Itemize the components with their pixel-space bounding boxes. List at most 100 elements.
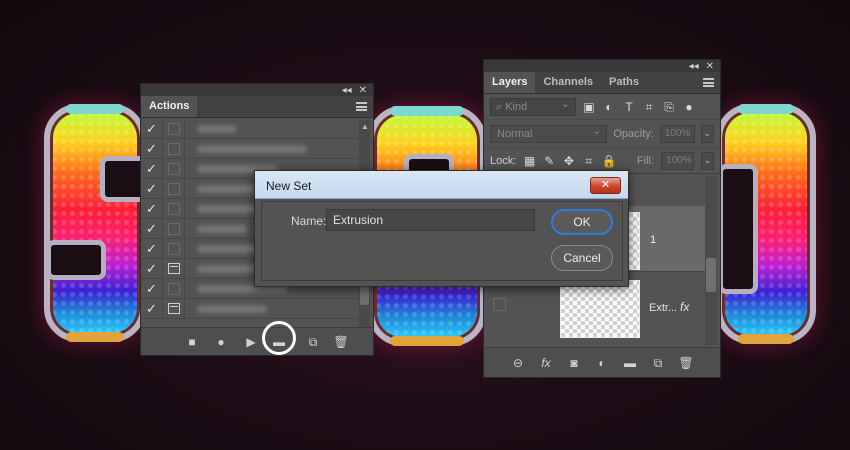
- lock-transparency-icon[interactable]: ▦: [523, 154, 536, 168]
- panel-menu-icon[interactable]: [703, 78, 714, 87]
- dialog-toggle[interactable]: [163, 238, 185, 259]
- fill-label: Fill:: [636, 154, 655, 167]
- action-name-blurred: [197, 224, 247, 233]
- action-name-blurred: [197, 184, 257, 193]
- tab-actions[interactable]: Actions: [141, 96, 198, 117]
- dialog-toggle[interactable]: [163, 198, 185, 219]
- empty-box-icon: [167, 122, 180, 135]
- layer-name: Extr...: [649, 302, 678, 314]
- empty-box-icon: [167, 162, 180, 175]
- dialog-toggle[interactable]: [163, 278, 185, 299]
- lock-artboard-icon[interactable]: ⌗: [582, 154, 595, 168]
- begin-recording-button[interactable]: ●: [213, 334, 229, 350]
- neon-letter-1: [44, 104, 154, 342]
- action-row[interactable]: ✓: [141, 118, 359, 139]
- layers-scrollbar[interactable]: [705, 176, 717, 345]
- opacity-input[interactable]: 100%: [659, 124, 695, 143]
- include-toggle[interactable]: ✓: [141, 178, 163, 199]
- dialog-toggle[interactable]: [163, 298, 185, 319]
- pixel-filter-icon[interactable]: ▣: [582, 100, 596, 114]
- neon-letter-3: [716, 104, 816, 344]
- adjustment-filter-icon[interactable]: ◐: [602, 100, 616, 114]
- action-name-blurred: [197, 144, 307, 153]
- action-row[interactable]: ✓: [141, 138, 359, 159]
- dialog-toggle[interactable]: [163, 178, 185, 199]
- empty-box-icon: [167, 242, 180, 255]
- add-mask-button[interactable]: ◙: [566, 355, 582, 371]
- layer-name: 1: [650, 234, 657, 246]
- include-toggle[interactable]: ✓: [141, 278, 163, 299]
- ok-button[interactable]: OK: [551, 209, 613, 235]
- collapse-icon[interactable]: ◂◂: [342, 85, 352, 96]
- lock-all-icon[interactable]: 🔒: [602, 154, 617, 168]
- include-toggle[interactable]: ✓: [141, 258, 163, 279]
- dialog-close-button[interactable]: ✕: [590, 177, 621, 194]
- play-selection-button[interactable]: ▶: [243, 334, 259, 350]
- fx-icon[interactable]: fx: [680, 300, 689, 314]
- actions-toolbar: ■ ● ▶ ▬ ⧉ 🗑: [141, 321, 373, 355]
- dialog-body: Name: Extrusion OK Cancel: [261, 201, 623, 281]
- opacity-label: Opacity:: [613, 127, 654, 140]
- new-set-dialog: New Set ✕ Name: Extrusion OK Cancel: [254, 170, 629, 287]
- close-icon[interactable]: ✕: [359, 85, 367, 96]
- blend-row: Normal Opacity: 100% ⌄: [484, 120, 720, 148]
- stop-playing-button[interactable]: ■: [184, 334, 200, 350]
- collapse-icon[interactable]: ◂◂: [689, 61, 699, 72]
- layers-panel-topbar: ◂◂ ✕: [484, 60, 720, 72]
- layer-filter-row: ⌕ Kind ▣ ◐ T ⌗ ⎘ ●: [484, 94, 720, 120]
- new-group-button[interactable]: ▬: [622, 355, 638, 371]
- adjustment-layer-button[interactable]: ◐: [594, 355, 610, 371]
- dialog-toggle[interactable]: [163, 138, 185, 159]
- include-toggle[interactable]: ✓: [141, 218, 163, 239]
- include-toggle[interactable]: ✓: [141, 118, 163, 139]
- close-icon[interactable]: ✕: [706, 61, 714, 72]
- dialog-title-bar[interactable]: New Set ✕: [255, 171, 628, 199]
- action-name-blurred: [197, 304, 267, 313]
- tab-channels[interactable]: Channels: [535, 72, 601, 93]
- dialog-toggle[interactable]: [163, 158, 185, 179]
- delete-layer-button[interactable]: 🗑: [678, 355, 694, 371]
- dialog-toggle[interactable]: [163, 258, 185, 279]
- layers-toolbar: ⊖ fx ◙ ◐ ▬ ⧉ 🗑: [484, 347, 720, 377]
- include-toggle[interactable]: ✓: [141, 238, 163, 259]
- scrollbar-thumb[interactable]: [706, 258, 716, 292]
- empty-box-icon: [167, 222, 180, 235]
- fill-input[interactable]: 100%: [661, 151, 695, 170]
- scroll-up-icon[interactable]: ▲: [361, 122, 369, 131]
- shape-filter-icon[interactable]: ⌗: [642, 100, 656, 114]
- action-row[interactable]: ✓: [141, 298, 359, 319]
- actions-panel-topbar: ◂◂ ✕: [141, 84, 373, 96]
- dialog-toggle[interactable]: [163, 118, 185, 139]
- include-toggle[interactable]: ✓: [141, 138, 163, 159]
- smart-object-filter-icon[interactable]: ⎘: [662, 100, 676, 114]
- action-name-blurred: [197, 124, 237, 133]
- set-name-input[interactable]: Extrusion: [326, 209, 535, 231]
- add-layer-style-button[interactable]: fx: [538, 355, 554, 371]
- include-toggle[interactable]: ✓: [141, 198, 163, 219]
- lock-paint-icon[interactable]: ✎: [543, 154, 556, 168]
- include-toggle[interactable]: ✓: [141, 298, 163, 319]
- visibility-toggle[interactable]: [493, 298, 506, 311]
- layer-thumbnail: [560, 280, 640, 338]
- action-name-blurred: [197, 264, 257, 273]
- tab-paths[interactable]: Paths: [601, 72, 647, 93]
- blend-mode-dropdown[interactable]: Normal: [490, 123, 608, 143]
- link-layers-button[interactable]: ⊖: [510, 355, 526, 371]
- delete-button[interactable]: 🗑: [333, 334, 349, 350]
- tab-layers[interactable]: Layers: [484, 72, 536, 93]
- dialog-icon: [167, 263, 180, 274]
- layers-tab-row: Layers Channels Paths: [484, 72, 720, 94]
- panel-menu-icon[interactable]: [356, 102, 367, 111]
- type-filter-icon[interactable]: T: [622, 100, 636, 114]
- opacity-dropdown-icon[interactable]: ⌄: [700, 124, 715, 143]
- cancel-button[interactable]: Cancel: [551, 245, 613, 271]
- lock-position-icon[interactable]: ✥: [563, 154, 576, 168]
- dialog-toggle[interactable]: [163, 218, 185, 239]
- include-toggle[interactable]: ✓: [141, 158, 163, 179]
- filter-toggle-icon[interactable]: ●: [682, 100, 696, 114]
- new-layer-button[interactable]: ⧉: [650, 355, 666, 371]
- kind-filter-dropdown[interactable]: ⌕ Kind: [490, 96, 576, 116]
- create-new-action-button[interactable]: ⧉: [305, 334, 321, 350]
- empty-box-icon: [167, 282, 180, 295]
- fill-dropdown-icon[interactable]: ⌄: [701, 151, 714, 170]
